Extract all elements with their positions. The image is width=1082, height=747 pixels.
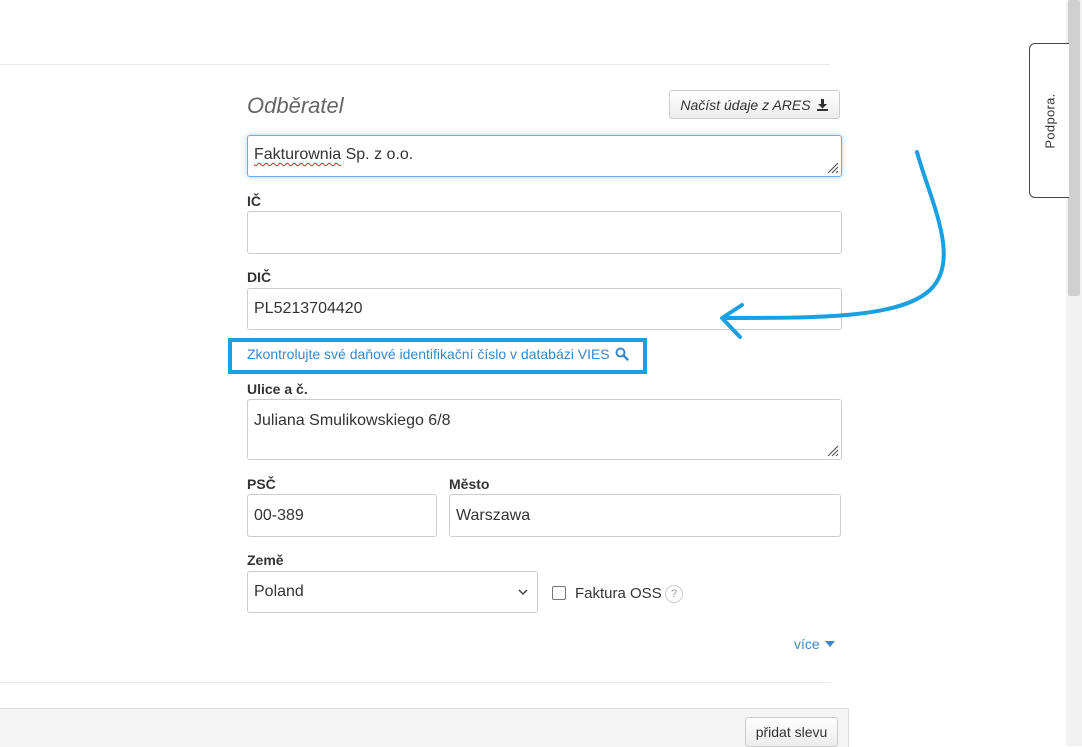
company-name-misspelled-word: Fakturownia (254, 146, 342, 163)
question-icon[interactable]: ? (665, 585, 683, 603)
load-ares-label: Načíst údaje z ARES (680, 96, 811, 113)
bottom-divider (0, 682, 830, 683)
street-label: Ulice a č. (247, 381, 308, 397)
postal-label: PSČ (247, 476, 276, 492)
scrollbar-thumb[interactable] (1068, 0, 1080, 296)
dic-label: DIČ (247, 269, 272, 285)
city-field[interactable]: Warszawa (449, 494, 841, 537)
add-discount-label: přidat slevu (755, 724, 828, 740)
add-discount-button[interactable]: přidat slevu (745, 717, 838, 747)
search-icon (615, 347, 629, 361)
support-label: Podpora. (1042, 92, 1057, 149)
more-link[interactable]: více (794, 636, 835, 652)
annotation-arrow (720, 150, 946, 339)
country-value: Poland (254, 583, 304, 600)
question-glyph: ? (670, 588, 678, 600)
discount-bar (0, 708, 849, 747)
country-label: Země (247, 552, 284, 568)
support-tab[interactable]: Podpora. (1029, 43, 1069, 198)
ic-label: IČ (247, 193, 261, 209)
postal-field[interactable]: 00-389 (247, 494, 437, 537)
street-value: Juliana Smulikowskiego 6/8 (254, 412, 451, 429)
oss-checkbox[interactable] (552, 586, 566, 600)
street-field[interactable]: Juliana Smulikowskiego 6/8 (247, 399, 842, 460)
vies-check-link[interactable]: Zkontrolujte své daňové identifikační čí… (247, 346, 629, 362)
country-select[interactable]: Poland (247, 571, 538, 613)
load-ares-button[interactable]: Načíst údaje z ARES (669, 90, 840, 119)
download-icon (816, 99, 828, 111)
oss-label: Faktura OSS (575, 585, 662, 602)
dic-value: PL5213704420 (254, 300, 363, 317)
top-divider (0, 64, 830, 65)
customer-section-title: Odběratel (247, 93, 344, 118)
company-name-rest: Sp. z o.o. (341, 146, 414, 163)
more-label: více (794, 636, 820, 652)
city-value: Warszawa (456, 506, 531, 524)
resize-grip-icon[interactable] (825, 443, 839, 457)
caret-down-icon (824, 641, 835, 647)
city-label: Město (449, 476, 490, 492)
chevron-down-icon (518, 589, 528, 596)
vies-check-label: Zkontrolujte své daňové identifikační čí… (247, 346, 610, 362)
postal-value: 00-389 (254, 506, 304, 524)
